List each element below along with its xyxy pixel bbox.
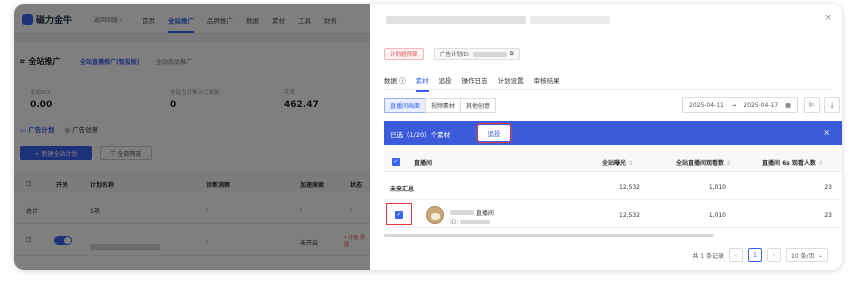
next-page-button[interactable]: › [767,248,781,262]
table-row-live-room[interactable]: ✓ 直播间 ID: 12,532 1,010 23 [384,202,842,228]
download-icon[interactable]: ⤓ [824,97,840,113]
calendar-icon: ▦ [785,101,791,109]
sort-icon: ⇕ [817,160,823,167]
date-start: 2025-04-11 [689,101,724,109]
date-end: 2025-04-17 [743,101,779,109]
page-size-select[interactable]: 10 条/页 ⌄ [786,248,828,262]
col-exposure[interactable]: 全站曝光 ⇕ [602,158,633,167]
over-budget-tag: 计划超预算 [384,48,424,60]
segment-video[interactable]: 视频素材 [425,98,462,113]
close-icon[interactable]: × [823,128,830,137]
screenshot-frame: 磁力金牛 返回旧版 › 首页 全站推广 品牌推广 数据 素材 工具 财务 ⌗ 全… [14,4,842,270]
table-row-summary: 未来汇总 12,532 1,010 23 [384,174,842,200]
chevron-down-icon: ⌄ [817,251,823,259]
pagination: 共 1 条记录 ‹ 1 › 10 条/页 ⌄ [692,248,828,262]
date-separator: → [731,101,737,109]
selection-bar: 已选（1/20）个素材 追投 × [384,121,842,145]
close-icon[interactable]: × [824,13,832,23]
help-icon: ⓘ [399,77,406,85]
total-records: 共 1 条记录 [692,252,724,260]
plan-id-tag: 广告计划ID: ⧉ [434,48,520,60]
asset-type-segments: 直播间画面 视频素材 其他创意 [384,98,497,113]
copy-icon[interactable]: ⧉ [510,51,514,58]
col-views[interactable]: 全站直播间观看数 ⇕ [676,158,731,167]
row-checkbox[interactable]: ✓ [395,211,403,219]
plan-detail-drawer: × 计划超预算 广告计划ID: ⧉ 数据 ⓘ 素材 追投 操作日志 计划设置 审… [370,4,842,270]
background-page: 磁力金牛 返回旧版 › 首页 全站推广 品牌推广 数据 素材 工具 财务 ⌗ 全… [14,4,370,270]
horizontal-scrollbar[interactable] [384,234,714,237]
page-1-button[interactable]: 1 [748,248,762,262]
modal-overlay[interactable] [14,4,370,270]
selection-count: 已选（1/20）个素材 [390,131,451,139]
segment-live-room[interactable]: 直播间画面 [384,98,427,113]
sort-icon: ⇕ [628,160,634,167]
plan-id-redacted [472,51,507,57]
live-room-avatar [426,206,444,224]
columns-setting-icon[interactable]: ⊫ [804,97,820,113]
push-button[interactable]: 追投 [476,123,512,143]
drawer-title-redacted [386,16,526,24]
select-all-checkbox[interactable]: ✓ [392,158,400,166]
table-header: ✓ 直播间 全站曝光 ⇕ 全站直播间观看数 ⇕ 直播间 6s 观看人数 ⇕ [384,152,842,172]
tab-divider [384,89,834,90]
date-range-picker[interactable]: 2025-04-11 → 2025-04-17 ▦ [682,97,798,113]
sort-icon: ⇕ [726,160,732,167]
drawer-subtitle-redacted [530,16,610,24]
segment-other[interactable]: 其他创意 [460,98,497,113]
col-6s-views[interactable]: 直播间 6s 观看人数 ⇕ [762,158,823,167]
prev-page-button[interactable]: ‹ [729,248,743,262]
live-room-name[interactable]: 直播间 ID: [450,208,494,226]
